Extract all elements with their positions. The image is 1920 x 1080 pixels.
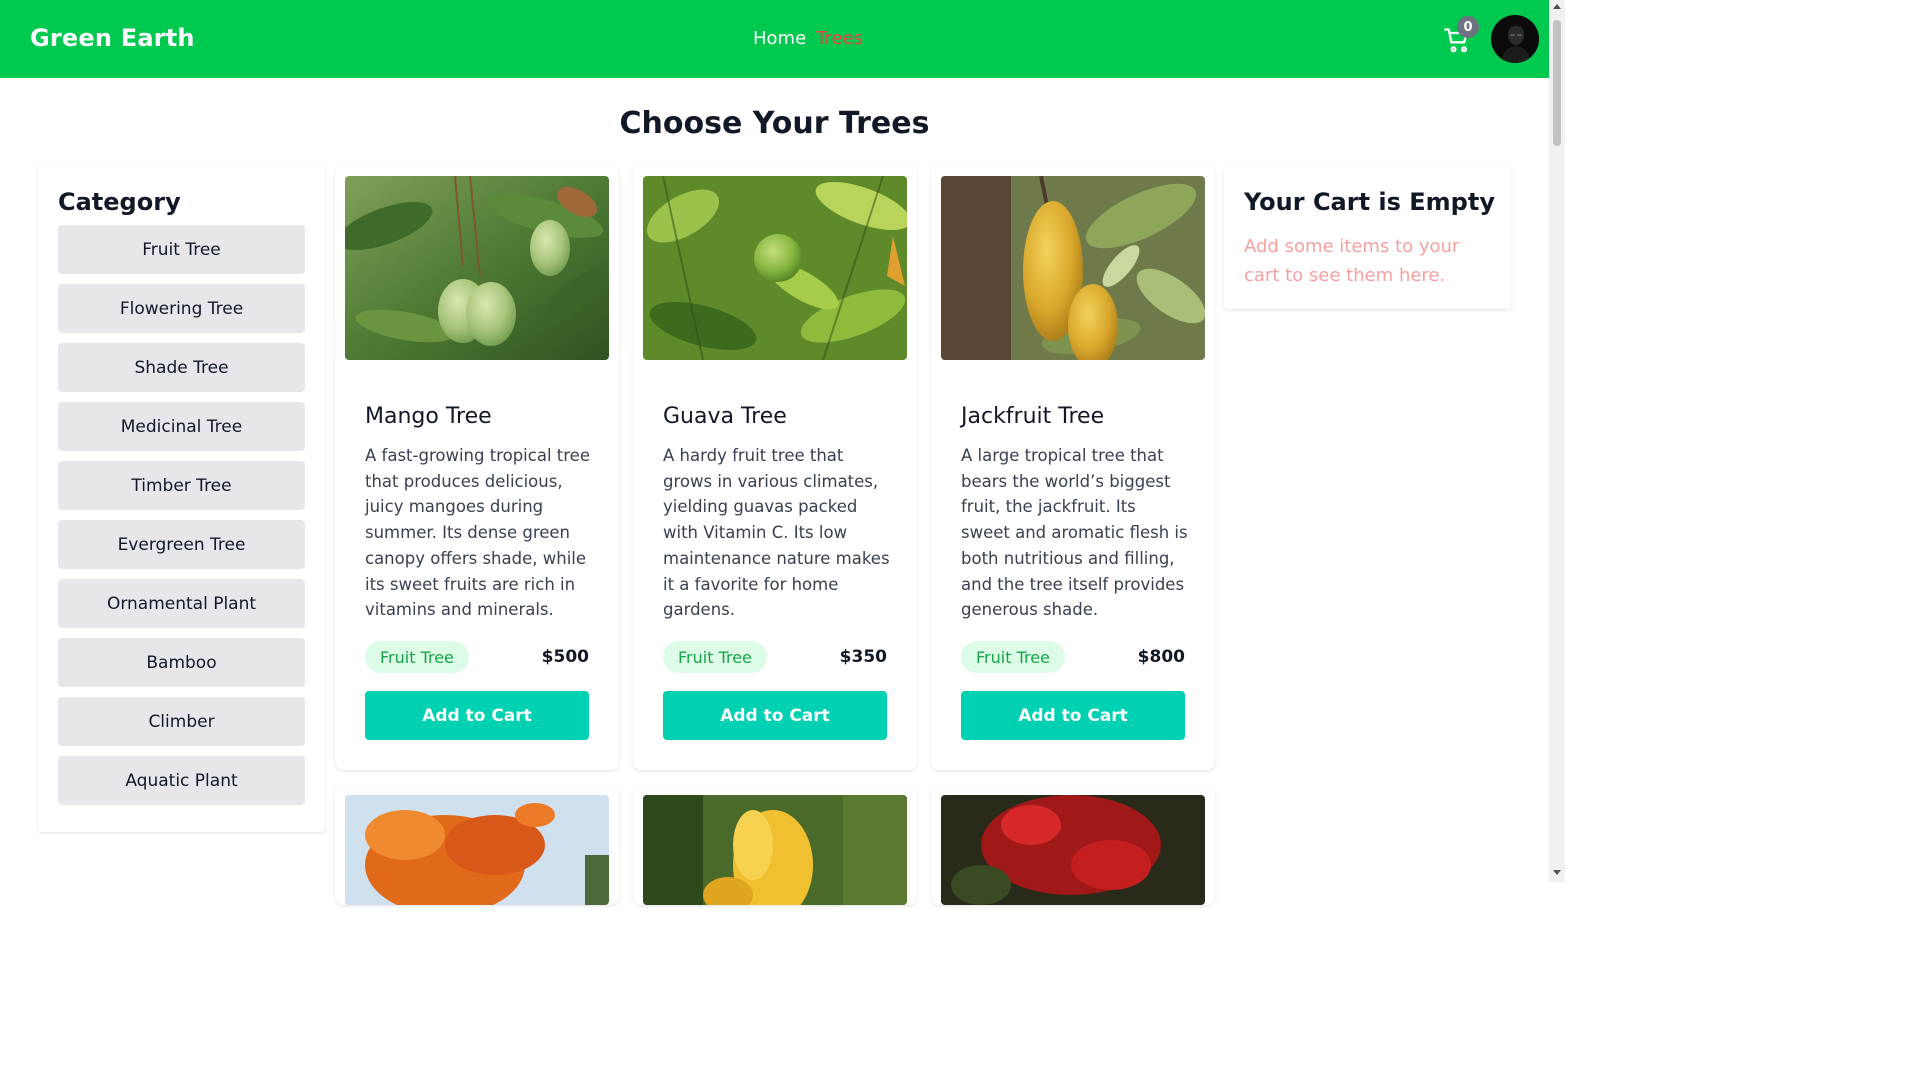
category-fruit-tree[interactable]: Fruit Tree bbox=[58, 225, 305, 274]
page-scrollbar[interactable] bbox=[1549, 0, 1565, 882]
product-image-flowering bbox=[345, 795, 609, 905]
product-card-row2-1 bbox=[335, 785, 619, 905]
product-price: $800 bbox=[1137, 647, 1185, 667]
product-card-row2-2 bbox=[633, 785, 917, 905]
category-climber[interactable]: Climber bbox=[58, 697, 305, 746]
category-evergreen-tree[interactable]: Evergreen Tree bbox=[58, 520, 305, 569]
guava-photo bbox=[643, 176, 907, 360]
flowering-tree-photo bbox=[345, 795, 609, 905]
product-image-mango bbox=[345, 176, 609, 360]
brand-logo[interactable]: Green Earth bbox=[30, 24, 195, 52]
page-title: Choose Your Trees bbox=[619, 106, 930, 141]
scroll-down-arrow-icon[interactable] bbox=[1553, 870, 1561, 875]
category-bamboo[interactable]: Bamboo bbox=[58, 638, 305, 687]
mango-photo bbox=[345, 176, 609, 360]
user-photo bbox=[1491, 15, 1539, 63]
product-image-jackfruit bbox=[941, 176, 1205, 360]
product-card-jackfruit: Jackfruit Tree A large tropical tree tha… bbox=[931, 166, 1215, 770]
add-to-cart-button[interactable]: Add to Cart bbox=[365, 691, 589, 740]
cart-title: Your Cart is Empty bbox=[1244, 188, 1495, 216]
product-card-mango: Mango Tree A fast-growing tropical tree … bbox=[335, 166, 619, 770]
category-aquatic-plant[interactable]: Aquatic Plant bbox=[58, 756, 305, 805]
category-ornamental-plant[interactable]: Ornamental Plant bbox=[58, 579, 305, 628]
product-image-red-flower bbox=[941, 795, 1205, 905]
product-category-tag: Fruit Tree bbox=[961, 641, 1065, 673]
scroll-thumb[interactable] bbox=[1553, 20, 1561, 146]
product-card-row2-3 bbox=[931, 785, 1215, 905]
red-flower-photo bbox=[941, 795, 1205, 905]
cart-empty-message: Add some items to your cart to see them … bbox=[1244, 236, 1460, 286]
product-name: Mango Tree bbox=[365, 404, 492, 429]
nav-links: Home Trees bbox=[753, 28, 863, 49]
category-panel: Category Fruit Tree Flowering Tree Shade… bbox=[38, 166, 325, 832]
yellow-flower-photo bbox=[643, 795, 907, 905]
add-to-cart-button[interactable]: Add to Cart bbox=[961, 691, 1185, 740]
product-description: A fast-growing tropical tree that produc… bbox=[365, 446, 590, 620]
nav-link-home[interactable]: Home bbox=[753, 28, 806, 49]
product-card-guava: Guava Tree A hardy fruit tree that grows… bbox=[633, 166, 917, 770]
category-flowering-tree[interactable]: Flowering Tree bbox=[58, 284, 305, 333]
category-list: Fruit Tree Flowering Tree Shade Tree Med… bbox=[58, 225, 305, 815]
category-heading: Category bbox=[58, 188, 181, 216]
category-timber-tree[interactable]: Timber Tree bbox=[58, 461, 305, 510]
cart-panel: Your Cart is Empty Add some items to you… bbox=[1224, 166, 1511, 309]
product-price: $350 bbox=[839, 647, 887, 667]
navbar: Green Earth Home Trees 0 bbox=[0, 0, 1549, 78]
scroll-up-arrow-icon[interactable] bbox=[1553, 4, 1561, 9]
category-medicinal-tree[interactable]: Medicinal Tree bbox=[58, 402, 305, 451]
nav-link-trees[interactable]: Trees bbox=[816, 28, 863, 49]
product-price: $500 bbox=[541, 647, 589, 667]
jackfruit-photo bbox=[941, 176, 1205, 360]
category-shade-tree[interactable]: Shade Tree bbox=[58, 343, 305, 392]
add-to-cart-button[interactable]: Add to Cart bbox=[663, 691, 887, 740]
product-category-tag: Fruit Tree bbox=[663, 641, 767, 673]
product-description: A large tropical tree that bears the wor… bbox=[961, 446, 1188, 620]
product-image-flower bbox=[643, 795, 907, 905]
product-image-guava bbox=[643, 176, 907, 360]
product-description: A hardy fruit tree that grows in various… bbox=[663, 446, 890, 620]
product-name: Jackfruit Tree bbox=[961, 404, 1105, 429]
product-name: Guava Tree bbox=[663, 404, 787, 429]
avatar[interactable] bbox=[1491, 15, 1539, 63]
cart-count-badge: 0 bbox=[1457, 16, 1479, 38]
product-category-tag: Fruit Tree bbox=[365, 641, 469, 673]
